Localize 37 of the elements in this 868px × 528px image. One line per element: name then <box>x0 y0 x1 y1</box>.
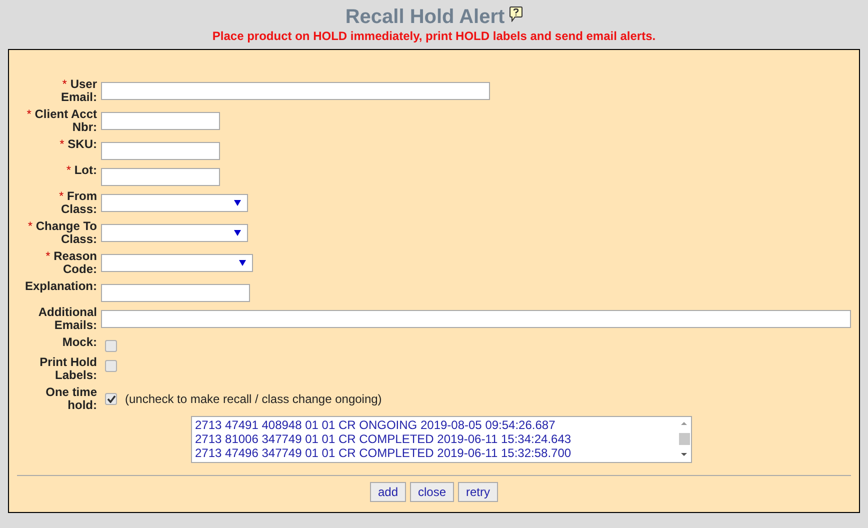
caret-icon <box>234 230 241 236</box>
history-item[interactable]: 2713 47496 347749 01 01 CR COMPLETED 2019-06-11 15:32:58.700 <box>195 446 677 460</box>
dropdown-field[interactable] <box>101 254 253 272</box>
dropdown-field[interactable] <box>101 194 248 212</box>
text-field[interactable] <box>101 82 490 100</box>
checkbox[interactable] <box>105 360 117 372</box>
caret-icon <box>239 260 246 266</box>
history-item[interactable]: 2713 81006 347749 01 01 CR COMPLETED 2019-06-11 15:34:24.643 <box>195 432 677 446</box>
text-field[interactable] <box>101 310 851 328</box>
field-label: Explanation: <box>24 280 97 293</box>
field-label: Mock: <box>61 336 97 349</box>
field-label: * Reason Code: <box>44 250 97 276</box>
text-field[interactable] <box>101 142 220 160</box>
form-button[interactable]: add <box>370 482 406 502</box>
caret-icon <box>234 200 241 206</box>
field-label: Print Hold Labels: <box>38 356 97 382</box>
subtitle: Place product on HOLD immediately, print HOLD labels and send email alerts. <box>212 29 656 43</box>
form-button[interactable]: retry <box>458 482 498 502</box>
help-icon[interactable] <box>508 6 523 22</box>
field-label: * SKU: <box>58 138 97 151</box>
history-item[interactable]: 2713 47491 408948 01 01 CR ONGOING 2019-08-05 09:54:26.687 <box>195 418 677 432</box>
page-title: Recall Hold Alert <box>345 5 505 29</box>
field-label: One time hold: <box>44 386 97 412</box>
field-label: * User Email: <box>60 78 97 104</box>
hint-text: (uncheck to make recall / class change ongoing) <box>125 391 382 408</box>
form-button[interactable]: close <box>410 482 454 502</box>
field-label: * From Class: <box>58 190 97 216</box>
text-field[interactable] <box>101 284 250 302</box>
dropdown-field[interactable] <box>101 224 248 242</box>
field-label: * Change To Class: <box>26 220 97 246</box>
field-label: * Lot: <box>65 164 97 177</box>
checkbox[interactable] <box>105 393 117 405</box>
field-label: * Client Acct Nbr: <box>26 108 97 134</box>
text-field[interactable] <box>101 168 220 186</box>
text-field[interactable] <box>101 112 220 130</box>
checkbox[interactable] <box>105 340 117 352</box>
field-label: Additional Emails: <box>37 306 97 332</box>
